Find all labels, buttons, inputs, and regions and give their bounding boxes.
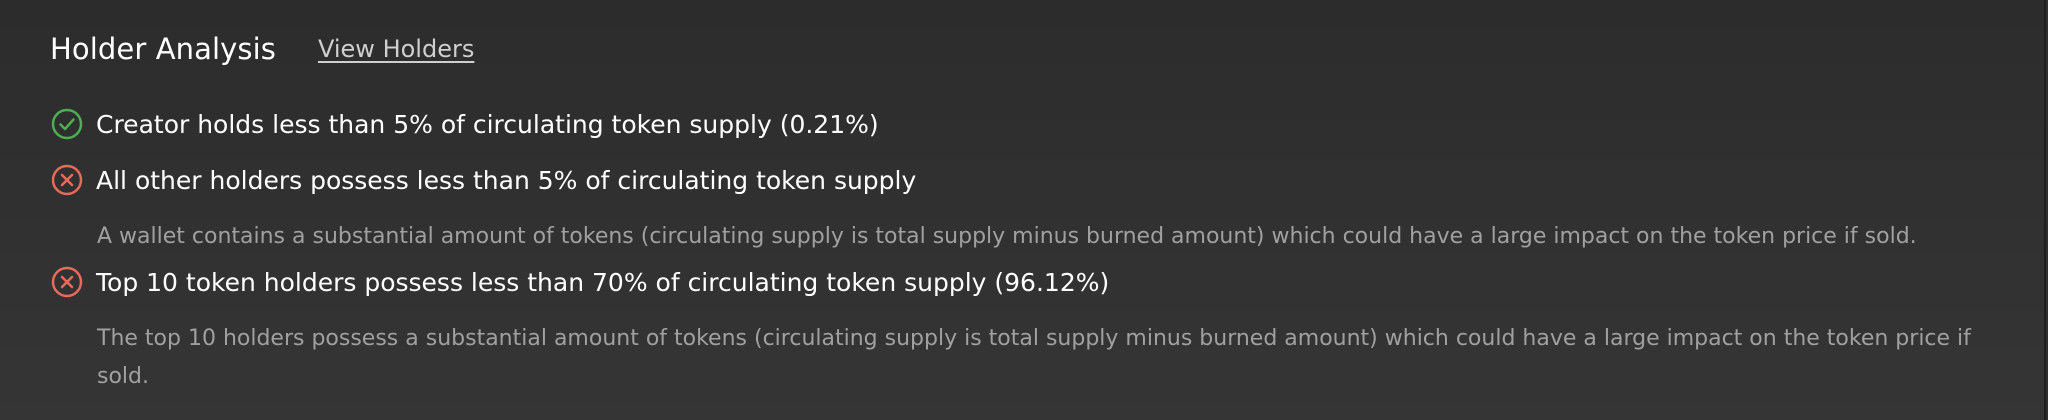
check-other-holders: All other holders possess less than 5% o… (50, 162, 2010, 256)
check-row: Creator holds less than 5% of circulatin… (50, 106, 2010, 142)
x-circle-icon (51, 164, 83, 196)
check-label: All other holders possess less than 5% o… (96, 165, 917, 195)
view-holders-link[interactable]: View Holders (318, 35, 474, 63)
check-circle-icon (51, 108, 83, 140)
check-label: Top 10 token holders possess less than 7… (96, 267, 1110, 297)
check-description: A wallet contains a substantial amount o… (97, 224, 1917, 249)
check-row: All other holders possess less than 5% o… (50, 162, 2010, 198)
x-circle-icon (51, 266, 83, 298)
check-top-10-holders: Top 10 token holders possess less than 7… (50, 264, 2010, 396)
holder-analysis-header: Holder Analysis View Holders (50, 28, 474, 70)
check-creator-holdings: Creator holds less than 5% of circulatin… (50, 106, 2010, 142)
holder-analysis-panel: Holder Analysis View Holders Creator hol… (0, 0, 2046, 420)
check-label: Creator holds less than 5% of circulatin… (96, 109, 879, 139)
holder-analysis-title: Holder Analysis (50, 32, 276, 66)
check-description: The top 10 holders possess a substantial… (97, 326, 1971, 389)
check-row: Top 10 token holders possess less than 7… (50, 264, 2010, 300)
